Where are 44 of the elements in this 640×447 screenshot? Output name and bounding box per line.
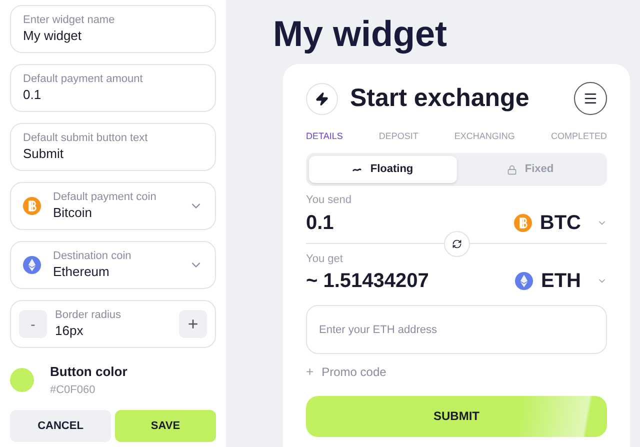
cancel-button[interactable]: CANCEL: [10, 410, 111, 442]
increment-button[interactable]: +: [179, 310, 207, 338]
field-label: Default submit button text: [23, 132, 148, 146]
rate-tab[interactable]: Floating: [309, 156, 456, 183]
stepper-field[interactable]: - Border radius 16px +: [10, 300, 216, 348]
field-label: Border radius: [55, 309, 122, 323]
amount-value: 0.1: [306, 210, 335, 236]
color-label: Button color: [50, 363, 128, 381]
step-tab[interactable]: DETAILS: [306, 130, 343, 143]
field-value: 16px: [55, 322, 84, 339]
select-field[interactable]: Default payment coin Bitcoin: [10, 182, 216, 230]
amount-value: ~ 1.51434207: [306, 269, 430, 294]
select-field[interactable]: Destination coin Ethereum: [10, 241, 216, 289]
amount-label: You send: [306, 193, 352, 208]
decrement-button[interactable]: -: [19, 310, 47, 338]
lightning-icon: [306, 82, 338, 115]
currency-label[interactable]: BTC: [540, 208, 581, 238]
card-title: Start exchange: [350, 83, 530, 114]
plus-icon: +: [306, 362, 314, 382]
menu-icon: [583, 91, 598, 106]
field-value: Submit: [23, 146, 64, 162]
submit-button[interactable]: SUBMIT: [306, 396, 607, 436]
wave-icon: [352, 166, 362, 172]
input-field[interactable]: Default payment amount 0.1: [10, 64, 216, 112]
field-value: Ethereum: [53, 264, 110, 280]
save-button[interactable]: SAVE: [115, 410, 216, 442]
field-label: Default payment coin: [53, 191, 158, 205]
swap-icon[interactable]: [444, 230, 470, 256]
field-label: Enter widget name: [23, 14, 115, 28]
input-field[interactable]: Default submit button text Submit: [10, 123, 216, 171]
field-value: 0.1: [23, 86, 42, 103]
input-field[interactable]: Enter widget name My widget: [10, 5, 216, 53]
field-label: Default payment amount: [23, 73, 143, 87]
menu-button[interactable]: [574, 82, 607, 116]
currency-label[interactable]: ETH: [541, 266, 581, 296]
field-label: Destination coin: [53, 250, 132, 264]
amount-label: You get: [306, 252, 344, 266]
field-value: Bitcoin: [53, 204, 94, 221]
color-swatch[interactable]: [10, 368, 34, 392]
field-value: My widget: [23, 28, 83, 44]
lock-icon: [506, 164, 517, 174]
color-value: #C0F060: [50, 382, 96, 398]
page-title: My widget: [273, 12, 448, 56]
address-input[interactable]: Enter your ETH address: [306, 305, 607, 354]
